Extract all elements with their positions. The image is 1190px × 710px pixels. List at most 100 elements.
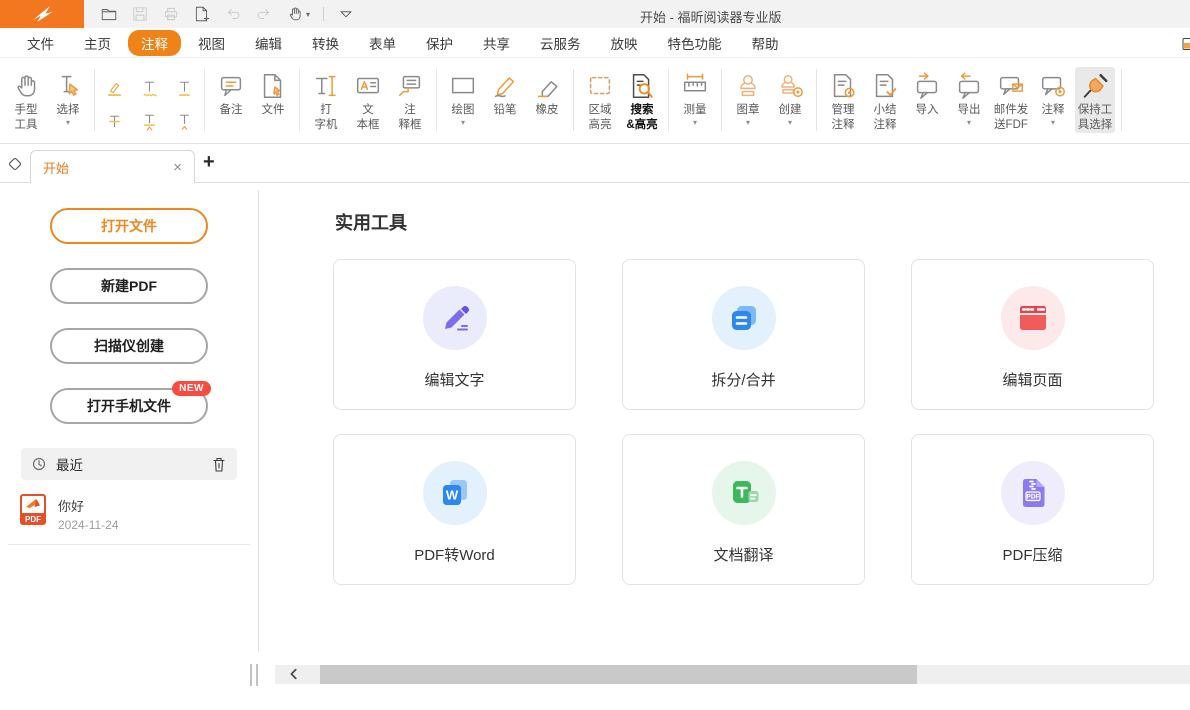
tool-card-2[interactable]: 拆分/合并 [622,259,865,410]
recent-file-item[interactable]: PDF 你好 2024-11-24 [20,494,258,532]
sidebar-button-label: 扫描仪创建 [94,336,164,356]
hand-tool-icon[interactable]: ▾ [286,5,310,23]
measure-icon [680,69,710,103]
sidebar-button-1[interactable]: 打开文件 [50,208,208,244]
chevron-down-icon: ▾ [461,118,465,128]
horizontal-scrollbar[interactable] [275,665,1190,684]
sidebar-button-2[interactable]: 新建PDF [50,268,208,304]
ribbon-stamp-button[interactable]: 图章▾ [728,67,768,128]
ribbon-commentsgear-button[interactable]: 注释▾ [1033,67,1073,128]
recent-header[interactable]: 最近 [21,448,237,480]
group-divider [721,69,722,131]
menu-item-7[interactable]: 表单 [369,33,396,53]
ribbon-importc-button[interactable]: 导入 [907,67,947,118]
page-title: 实用工具 [335,209,407,235]
hand-icon [11,69,41,103]
menu-item-5[interactable]: 编辑 [255,33,282,53]
sidebar-button-label: 打开手机文件 [87,396,171,416]
ribbon-selecttool-button[interactable]: 选择▾ [48,67,88,128]
commentsgear-icon [1038,69,1068,103]
ribbon-pushpin-button[interactable]: 保持工 具选择 [1075,67,1115,133]
ribbon-eraser-button[interactable]: 橡皮 [527,67,567,118]
ribbon-note-button[interactable]: 备注 [211,67,251,118]
splitter-handle[interactable] [250,664,258,686]
trash-icon[interactable] [211,456,227,473]
menu-item-2[interactable]: 主页 [84,33,111,53]
menu-item-3[interactable]: 注释 [128,30,181,56]
replace-text-icon[interactable] [136,108,163,135]
menu-item-1[interactable]: 文件 [27,33,54,53]
ribbon-drawing-button[interactable]: 绘图▾ [443,67,483,128]
new-document-icon[interactable] [193,5,211,23]
menu-item-13[interactable]: 帮助 [752,33,779,53]
scrollbar-thumb[interactable] [320,665,917,684]
panel-icon[interactable] [1181,36,1190,57]
highlight-icon[interactable] [101,75,128,102]
menu-item-8[interactable]: 保护 [426,33,453,53]
ribbon-textbox-button[interactable]: 文 本框 [348,67,388,133]
ribbon-fileattach-button[interactable]: 文件 [253,67,293,118]
tool-card-1[interactable]: 编辑文字 [333,259,576,410]
group-divider [436,69,437,131]
group-divider [816,69,817,131]
ribbon-button-label: 区域 高亮 [589,103,612,133]
group-divider [204,69,205,131]
tool-card-5[interactable]: 文档翻译 [622,434,865,585]
menu-item-6[interactable]: 转换 [312,33,339,53]
ribbon-callout-button[interactable]: 注 释框 [390,67,430,133]
areahighlight-icon [585,69,615,103]
sidebar-button-4[interactable]: 打开手机文件NEW [50,388,208,424]
tool-card-3[interactable]: 编辑页面 [911,259,1154,410]
menu-item-10[interactable]: 云服务 [540,33,581,53]
window-title: 开始 - 福昕阅读器专业版 [640,7,782,26]
ribbon-button-label: 邮件发 送FDF [994,103,1029,133]
ribbon-button-label: 创建 [779,103,802,118]
strikeout-icon[interactable] [101,108,128,135]
ribbon-searchhighlight-button[interactable]: 搜索 &高亮 [622,67,662,133]
open-folder-icon[interactable] [100,5,118,23]
scroll-left-icon[interactable] [287,667,301,686]
ribbon-button-label: 保持工 具选择 [1078,103,1113,133]
ribbon-createstamp-button[interactable]: 创建▾ [770,67,810,128]
close-icon[interactable]: × [173,160,182,175]
ribbon-emailfdf-button[interactable]: 邮件发 送FDF [991,67,1031,133]
ribbon-managecomments-button[interactable]: 管理 注释 [823,67,863,133]
menu-item-12[interactable]: 特色功能 [668,33,722,53]
stamp-icon [733,69,763,103]
ribbon-measure-button[interactable]: 测量▾ [675,67,715,128]
ribbon-summarize-button[interactable]: 小结 注释 [865,67,905,133]
edit-pages-icon [1001,286,1065,350]
ribbon-pencil-button[interactable]: 铅笔 [485,67,525,118]
createstamp-icon [775,69,805,103]
sidebar-buttons: 打开文件新建PDF 扫描仪创建打开手机文件NEW [0,183,258,424]
customize-toolbar-icon[interactable] [337,5,355,23]
menu-item-9[interactable]: 共享 [483,33,510,53]
ribbon-hand-button[interactable]: 手型 工具 [6,67,46,133]
tool-card-4[interactable]: WPDF转Word [333,434,576,585]
tab-start[interactable]: 开始 × [30,150,195,184]
sidebar-button-3[interactable]: 扫描仪创建 [50,328,208,364]
ribbon-areahighlight-button[interactable]: 区域 高亮 [580,67,620,133]
exportc-icon [954,69,984,103]
ribbon-button-label: 注 释框 [399,103,422,133]
text-markup-grid [101,75,198,135]
tool-card-6[interactable]: PDFPDF压缩 [911,434,1154,585]
menu-item-11[interactable]: 放映 [611,33,638,53]
ribbon-button-label: 管理 注释 [832,103,855,133]
split-merge-icon [712,286,776,350]
ribbon-button-label: 文件 [262,103,285,118]
managecomments-icon [828,69,858,103]
titlebar: ▾ 开始 - 福昕阅读器专业版 [0,0,1190,28]
ribbon-exportc-button[interactable]: 导出▾ [949,67,989,128]
chevron-down-icon: ▾ [967,118,971,128]
squiggly-underline-icon[interactable] [136,75,163,102]
menu-item-4[interactable]: 视图 [198,33,225,53]
new-tab-button[interactable]: + [203,151,215,174]
textbox-icon [353,69,383,103]
insert-text-icon[interactable] [171,108,198,135]
eraser-tool-icon[interactable] [5,154,25,179]
sidebar-button-label: 新建PDF [101,276,157,296]
ribbon-button-label: 导入 [916,103,939,118]
underline-icon[interactable] [171,75,198,102]
ribbon-typewriter-button[interactable]: 打 字机 [306,67,346,133]
